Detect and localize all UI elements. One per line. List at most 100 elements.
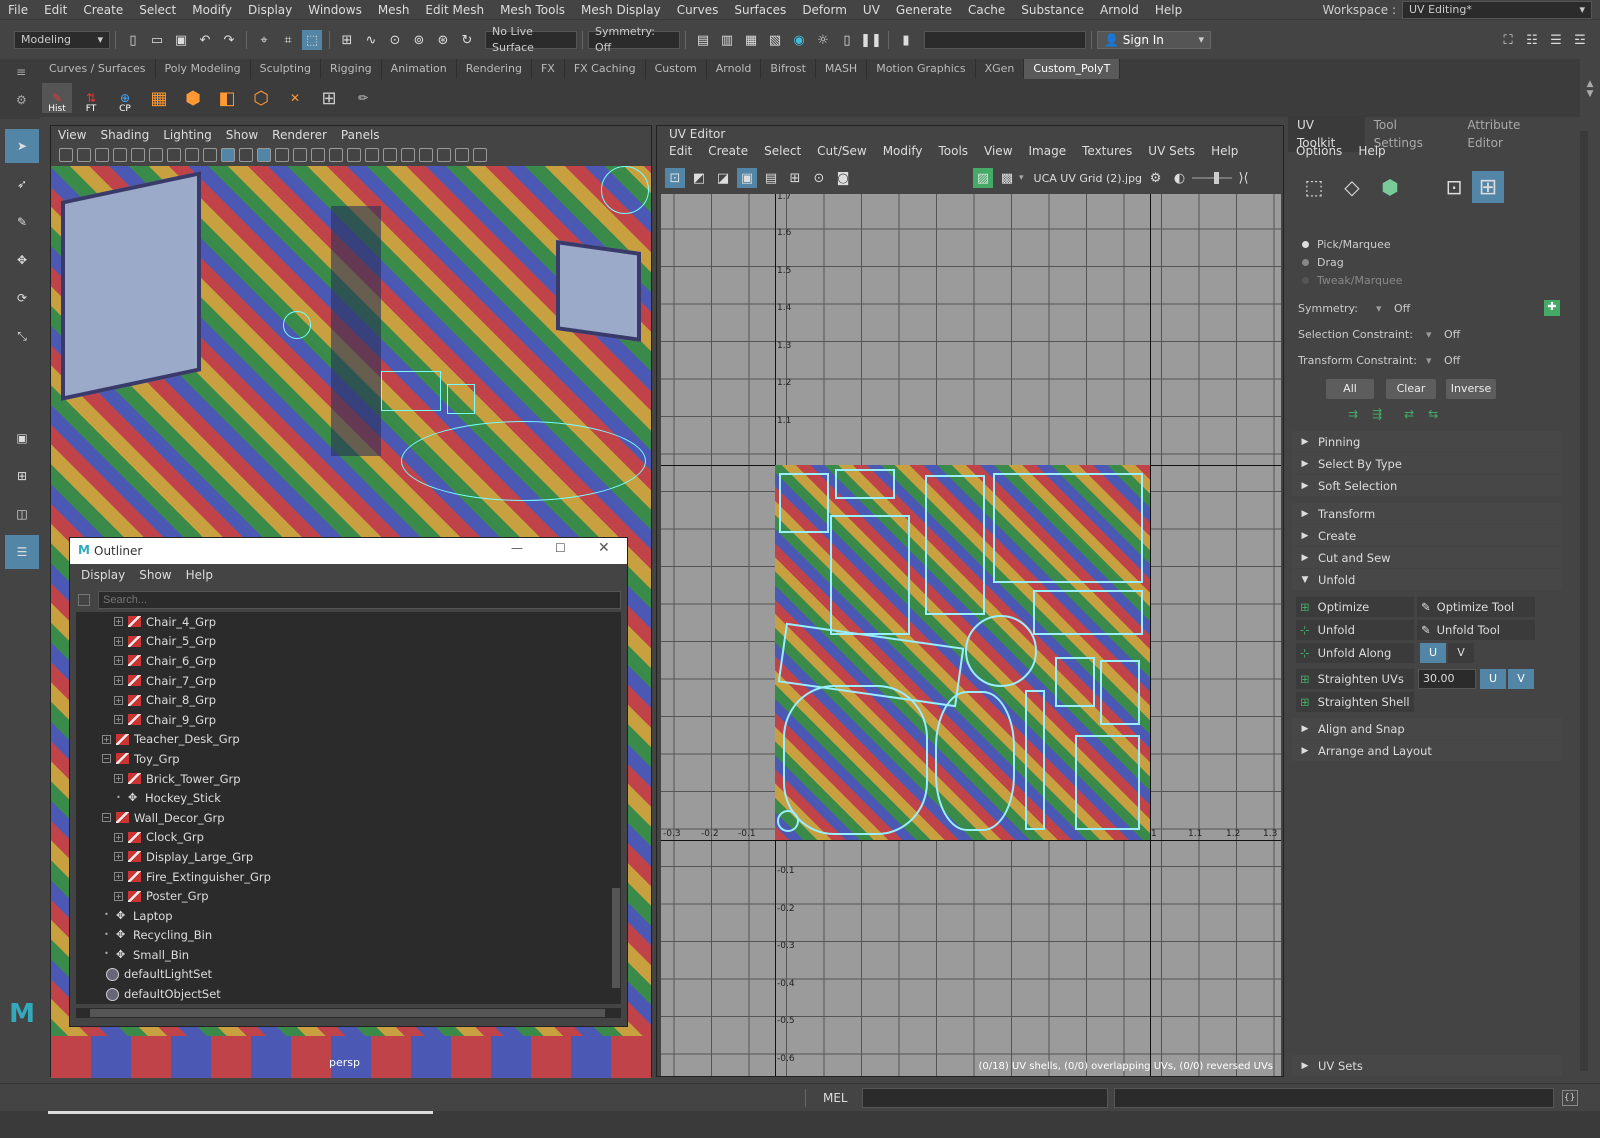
menu-generate[interactable]: Generate bbox=[888, 0, 960, 20]
selection-constraint-value[interactable]: Off bbox=[1444, 328, 1460, 341]
viewport-menu-show[interactable]: Show bbox=[219, 126, 265, 144]
inverse-button[interactable]: Inverse bbox=[1446, 379, 1496, 399]
uv-menu-select[interactable]: Select bbox=[756, 142, 809, 160]
radio-tweak-marquee[interactable]: Tweak/Marquee bbox=[1288, 271, 1558, 289]
shelf-tab-sculpting[interactable]: Sculpting bbox=[251, 59, 321, 79]
outliner-row[interactable]: • ✥ Laptop bbox=[76, 906, 611, 926]
menu-help[interactable]: Help bbox=[1147, 0, 1190, 20]
snap-projected-icon[interactable]: ⊚ bbox=[409, 30, 429, 50]
expand-icon[interactable]: + bbox=[114, 636, 123, 646]
snap-curve-icon[interactable]: ∿ bbox=[361, 30, 381, 50]
symmetry-value[interactable]: Off bbox=[1394, 302, 1544, 315]
textured-icon[interactable] bbox=[257, 148, 271, 162]
unfold-along-u-button[interactable]: U bbox=[1420, 643, 1446, 663]
uv-shell[interactable] bbox=[1055, 657, 1095, 707]
uv-menu-textures[interactable]: Textures bbox=[1074, 142, 1140, 160]
render-settings-icon[interactable]: ▧ bbox=[765, 30, 785, 50]
input-line-field[interactable] bbox=[924, 31, 1086, 49]
redo-icon[interactable]: ↷ bbox=[219, 30, 239, 50]
toolkit-help-menu[interactable]: Help bbox=[1350, 144, 1393, 158]
symmetry-dropdown[interactable]: Symmetry: Off bbox=[588, 25, 680, 54]
uv-select-icon[interactable]: ⊡ bbox=[665, 168, 685, 188]
bookmark-icon[interactable] bbox=[95, 148, 109, 162]
uv-grid-icon[interactable]: ⊞ bbox=[785, 168, 805, 188]
shelf-tab-arnold[interactable]: Arnold bbox=[707, 59, 762, 79]
panel-collapse-icon[interactable]: ⟩⟨ bbox=[1234, 168, 1254, 188]
xray-components-icon[interactable] bbox=[437, 148, 451, 162]
single-pane-icon[interactable]: ▣ bbox=[5, 421, 39, 455]
section-soft-selection[interactable]: ▶ Soft Selection bbox=[1292, 475, 1562, 496]
render-view-icon[interactable]: ▥ bbox=[717, 30, 737, 50]
outliner-titlebar[interactable]: M Outliner — ☐ ✕ bbox=[70, 538, 627, 564]
expand-icon[interactable]: + bbox=[114, 774, 123, 784]
outliner-row[interactable]: − Wall_Decor_Grp bbox=[76, 808, 611, 828]
expand-icon[interactable]: + bbox=[114, 872, 123, 882]
uv-shell[interactable] bbox=[779, 473, 829, 533]
outliner-row[interactable]: • ✥ Hockey_Stick bbox=[76, 788, 611, 808]
outliner-row[interactable]: defaultObjectSet bbox=[76, 984, 611, 1004]
isolate-select-icon[interactable] bbox=[383, 148, 397, 162]
expand-icon[interactable]: + bbox=[114, 617, 123, 627]
menu-uv[interactable]: UV bbox=[855, 0, 888, 20]
select-all-button[interactable]: All bbox=[1326, 379, 1374, 399]
uv-border-icon[interactable]: ▣ bbox=[737, 168, 757, 188]
expand-icon[interactable]: + bbox=[114, 891, 123, 901]
menu-display[interactable]: Display bbox=[240, 0, 300, 20]
rotate-tool-icon[interactable]: ⟳ bbox=[5, 281, 39, 315]
menu-windows[interactable]: Windows bbox=[300, 0, 370, 20]
paint-select-icon[interactable]: ✎ bbox=[5, 205, 39, 239]
shelf-tab-xgen[interactable]: XGen bbox=[976, 59, 1025, 79]
expand-icon[interactable]: + bbox=[114, 695, 123, 705]
expand-icon[interactable]: + bbox=[114, 656, 123, 666]
brush-icon[interactable]: ✏ bbox=[348, 83, 378, 113]
uv-menu-help[interactable]: Help bbox=[1203, 142, 1246, 160]
toolkit-options-menu[interactable]: Options bbox=[1288, 144, 1350, 158]
script-editor-icon[interactable]: {} bbox=[1561, 1089, 1578, 1106]
shelf-tab-animation[interactable]: Animation bbox=[382, 59, 457, 79]
section-select-by-type[interactable]: ▶ Select By Type bbox=[1292, 453, 1562, 474]
unfold-along-v-button[interactable]: V bbox=[1448, 643, 1474, 663]
unfold-button[interactable]: ⊹ Unfold bbox=[1296, 620, 1414, 640]
outliner-row[interactable]: + Chair_6_Grp bbox=[76, 651, 611, 671]
section-align-and-snap[interactable]: ▶ Align and Snap bbox=[1292, 718, 1562, 739]
tool-settings-icon[interactable]: ☲ bbox=[1570, 30, 1590, 50]
display-image-icon[interactable]: ▨ bbox=[973, 168, 993, 188]
uv-mode-icon[interactable]: ⊡ bbox=[1440, 173, 1468, 201]
chevron-down-icon[interactable]: ▾ bbox=[1426, 328, 1444, 341]
uv-shell-mode-icon[interactable]: ⊞ bbox=[1472, 171, 1504, 203]
light-editor-icon[interactable]: ☼ bbox=[813, 30, 833, 50]
workspace-dropdown[interactable]: UV Editing* ▾ bbox=[1402, 1, 1592, 19]
straighten-v-button[interactable]: V bbox=[1508, 669, 1534, 689]
pause-icon[interactable]: ❚❚ bbox=[860, 30, 882, 50]
shelf-tab-motion-graphics[interactable]: Motion Graphics bbox=[867, 59, 976, 79]
shelf-tab-custom[interactable]: Custom bbox=[646, 59, 707, 79]
expand-icon[interactable]: + bbox=[114, 832, 123, 842]
safe-action-icon[interactable] bbox=[185, 148, 199, 162]
ipr-render-icon[interactable]: ▦ bbox=[741, 30, 761, 50]
history-toggle-button[interactable]: ✎ Hist bbox=[42, 83, 72, 114]
uv-menu-uv-sets[interactable]: UV Sets bbox=[1140, 142, 1203, 160]
viewport-menu-lighting[interactable]: Lighting bbox=[156, 126, 219, 144]
uv-shell[interactable] bbox=[1033, 590, 1143, 635]
viewport-menu-renderer[interactable]: Renderer bbox=[265, 126, 334, 144]
lights-icon[interactable] bbox=[275, 148, 289, 162]
texture-name[interactable]: UCA UV Grid (2).jpg bbox=[1034, 172, 1144, 185]
outliner-layout-icon[interactable]: ☰ bbox=[5, 535, 39, 569]
menu-create[interactable]: Create bbox=[75, 0, 131, 20]
outliner-row[interactable]: • ✥ Small_Bin bbox=[76, 945, 611, 965]
attribute-editor-icon[interactable]: ☰ bbox=[1546, 30, 1566, 50]
unfold-tool-button[interactable]: ✎ Unfold Tool bbox=[1417, 620, 1535, 640]
delete-history-icon[interactable]: ✕ bbox=[280, 83, 310, 113]
image-plane-icon[interactable] bbox=[113, 148, 127, 162]
outliner-row[interactable]: + Fire_Extinguisher_Grp bbox=[76, 867, 611, 887]
filter-icon[interactable] bbox=[78, 594, 90, 606]
slider-handle[interactable] bbox=[1213, 172, 1219, 184]
cube-stack-icon[interactable]: ⬡ bbox=[246, 83, 276, 113]
mel-input[interactable] bbox=[861, 1087, 1108, 1108]
uv-distortion-icon[interactable]: ◪ bbox=[713, 168, 733, 188]
optimize-tool-button[interactable]: ✎ Optimize Tool bbox=[1417, 597, 1535, 617]
uv-menu-create[interactable]: Create bbox=[700, 142, 756, 160]
four-pane-icon[interactable]: ⊞ bbox=[5, 459, 39, 493]
scale-tool-icon[interactable]: ⤡ bbox=[5, 319, 39, 353]
cube-half-icon[interactable]: ◧ bbox=[212, 83, 242, 113]
